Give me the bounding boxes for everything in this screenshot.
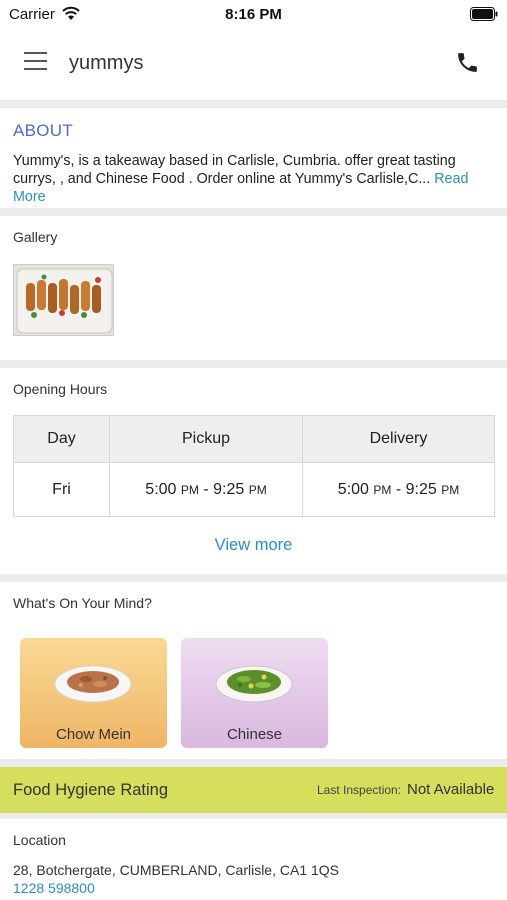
category-card-chinese[interactable]: Chinese — [181, 638, 328, 748]
pickup-hours-cell: 5:00 PM - 9:25 PM — [110, 463, 303, 516]
delivery-separator: - — [391, 480, 406, 498]
restaurant-title: yummys — [69, 52, 144, 74]
food-hygiene-bar: Food Hygiene Rating Last Inspection: Not… — [0, 767, 507, 813]
column-header-delivery: Delivery — [369, 430, 428, 447]
status-time: 8:16 PM — [225, 6, 282, 23]
gallery-image[interactable] — [13, 264, 114, 336]
about-heading: ABOUT — [13, 121, 74, 140]
hygiene-title: Food Hygiene Rating — [13, 781, 169, 799]
address-text: 28, Botchergate, CUMBERLAND, Carlisle, C… — [13, 862, 340, 878]
section-divider — [0, 208, 507, 216]
table-row: Fri 5:00 PM - 9:25 PM 5:00 PM - 9:25 PM — [14, 463, 494, 516]
category-label: Chow Mein — [55, 726, 132, 743]
battery-icon — [470, 7, 498, 21]
category-label: Chinese — [226, 726, 283, 743]
about-text: Yummy's, is a takeaway based in Carlisle… — [13, 153, 456, 187]
phone-icon[interactable] — [455, 50, 480, 75]
phone-number-link[interactable]: 1228 598800 — [13, 880, 95, 896]
delivery-open-time: 5:00 — [337, 480, 369, 498]
hamburger-menu-icon[interactable] — [24, 52, 48, 72]
delivery-hours-cell: 5:00 PM - 9:25 PM — [303, 463, 494, 516]
gallery-heading: Gallery — [13, 229, 58, 245]
food-photo-icon — [14, 265, 113, 335]
status-bar: Carrier 8:16 PM — [0, 0, 507, 28]
section-divider — [0, 813, 507, 819]
opening-hours-table: Day Pickup Delivery Fri 5:00 PM - 9:25 P… — [13, 415, 495, 517]
pickup-close-time: 9:25 — [213, 480, 245, 498]
section-divider — [0, 574, 507, 582]
day-cell: Fri — [14, 463, 110, 516]
category-card-chow-mein[interactable]: Chow Mein — [20, 638, 167, 748]
delivery-close-time: 9:25 — [405, 480, 437, 498]
pickup-open-time: 5:00 — [145, 480, 177, 498]
delivery-open-ampm: PM — [373, 482, 392, 497]
delivery-close-ampm: PM — [441, 482, 460, 497]
opening-hours-heading: Opening Hours — [13, 381, 108, 397]
chinese-dish-icon — [215, 665, 293, 703]
section-divider — [0, 759, 507, 767]
location-heading: Location — [13, 832, 66, 848]
pickup-separator: - — [198, 480, 214, 498]
pickup-open-ampm: PM — [180, 482, 199, 497]
pickup-close-ampm: PM — [248, 482, 267, 497]
chow-mein-dish-icon — [54, 665, 132, 703]
categories-heading: What's On Your Mind? — [13, 595, 152, 611]
last-inspection-value: Not Available — [407, 781, 495, 798]
about-description: Yummy's, is a takeaway based in Carlisle… — [13, 152, 497, 206]
column-header-day: Day — [14, 416, 110, 462]
view-more-link[interactable]: View more — [0, 536, 507, 555]
last-inspection-label: Last Inspection: — [317, 783, 402, 797]
app-header: yummys — [0, 28, 507, 100]
section-divider — [0, 360, 507, 368]
section-divider — [0, 100, 507, 108]
column-header-pickup: Pickup — [110, 416, 303, 462]
table-header-row: Day Pickup Delivery — [14, 416, 494, 463]
